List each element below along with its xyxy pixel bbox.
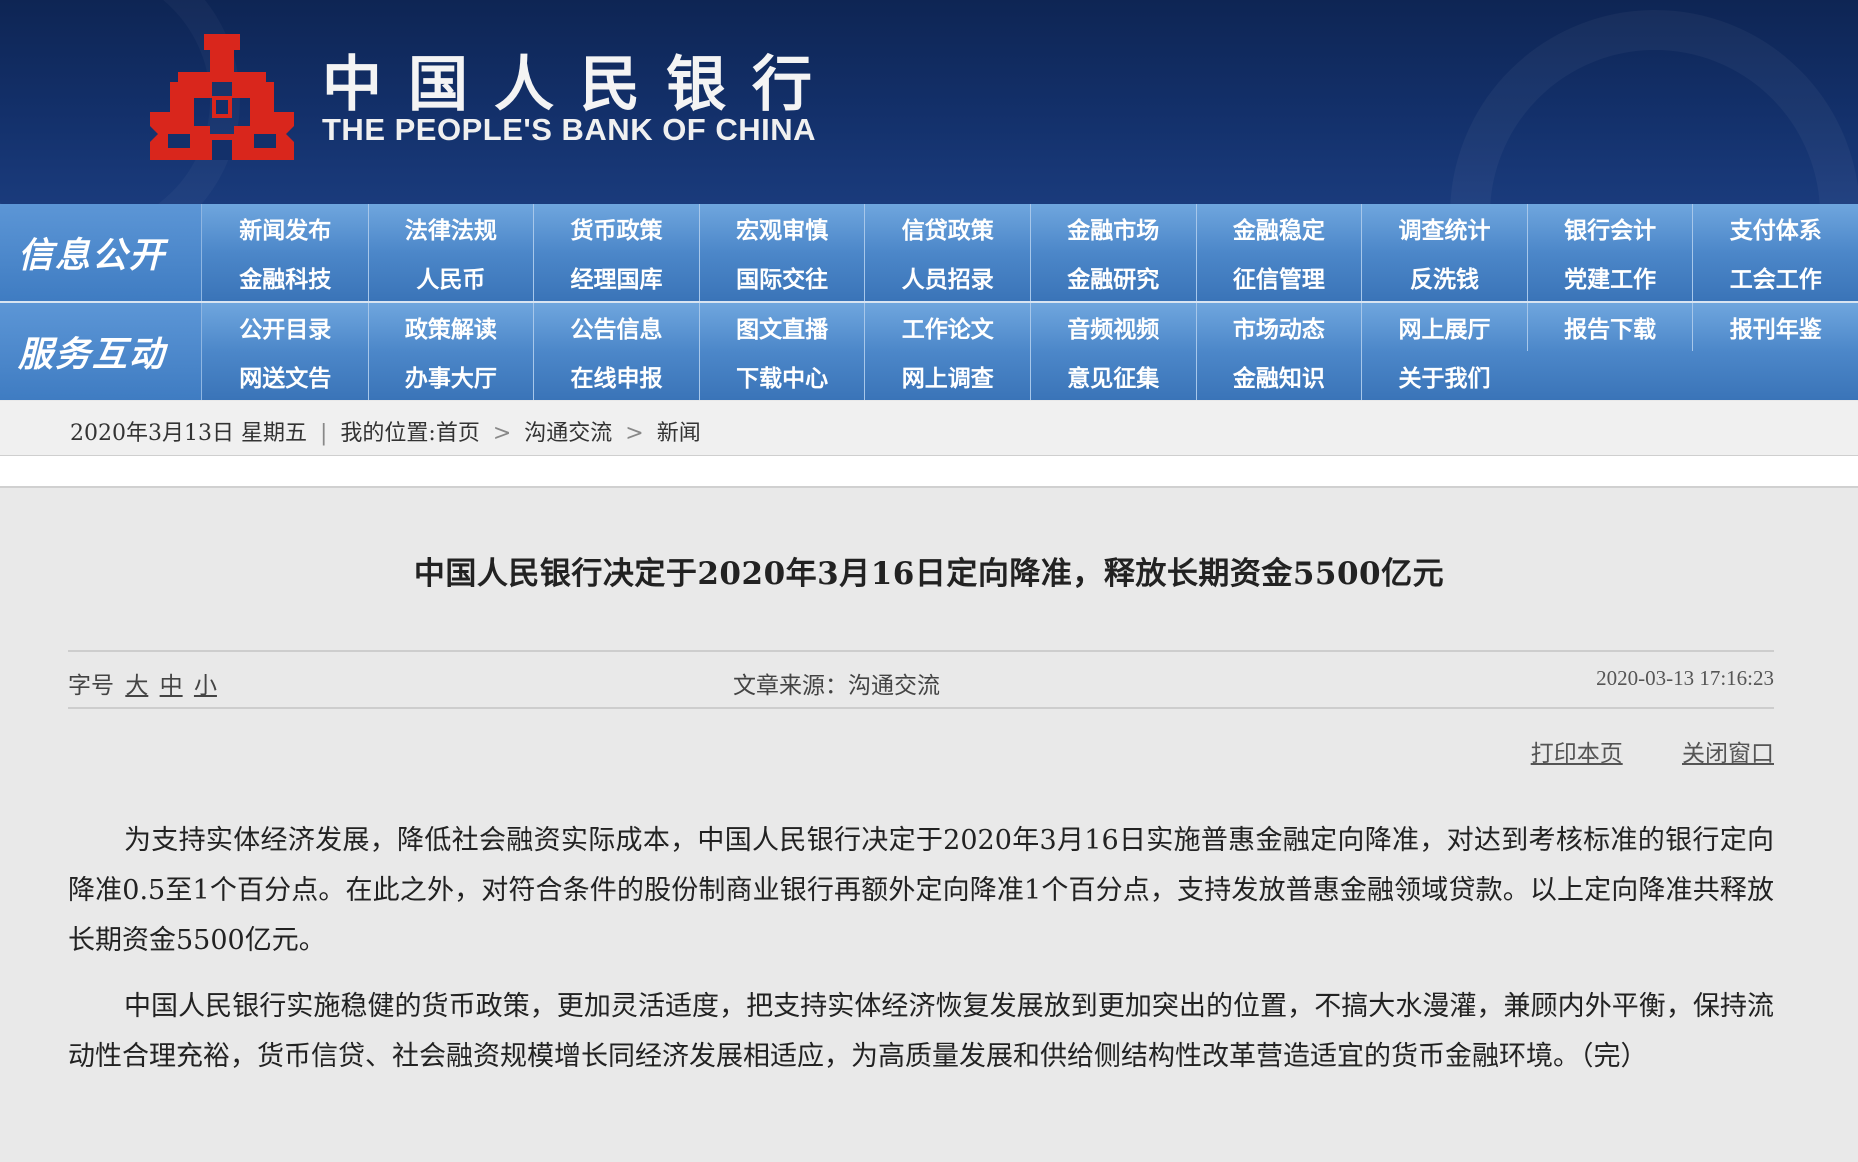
banner-decoration: [1450, 10, 1858, 204]
current-date: 2020年3月13日 星期五: [70, 421, 307, 446]
content-separator: [0, 456, 1858, 488]
pboc-emblem-icon[interactable]: [150, 34, 294, 160]
nav-item-announcements[interactable]: 公告信息: [533, 303, 699, 351]
breadcrumb-level1-link[interactable]: 沟通交流: [524, 421, 612, 446]
nav-item-international[interactable]: 国际交往: [698, 252, 865, 301]
nav-section-info: 信息公开 新闻发布 法律法规 货币政策 宏观审慎 信贷政策 金融市场 金融稳定 …: [0, 204, 1858, 301]
nav-item-fintech[interactable]: 金融科技: [202, 252, 368, 301]
font-small-link[interactable]: 小: [194, 673, 217, 699]
nav-item-research[interactable]: 金融研究: [1030, 252, 1196, 301]
nav-item-downloads[interactable]: 下载中心: [698, 351, 865, 400]
font-medium-link[interactable]: 中: [160, 673, 183, 699]
nav-section-service: 服务互动 公开目录 政策解读 公告信息 图文直播 工作论文 音频视频 市场动态 …: [0, 303, 1858, 400]
breadcrumb-home-link[interactable]: 首页: [436, 421, 480, 446]
nav-item-online-filing[interactable]: 在线申报: [533, 351, 699, 400]
font-large-link[interactable]: 大: [125, 673, 148, 699]
bank-name-en: THE PEOPLE'S BANK OF CHINA: [322, 112, 817, 147]
nav-grid-info: 新闻发布 法律法规 货币政策 宏观审慎 信贷政策 金融市场 金融稳定 调查统计 …: [202, 204, 1858, 301]
nav-item-documents[interactable]: 网送文告: [202, 351, 368, 400]
close-window-link[interactable]: 关闭窗口: [1682, 741, 1774, 767]
nav-item-policy-interpretation[interactable]: 政策解读: [367, 303, 534, 351]
nav-item-financial-market[interactable]: 金融市场: [1030, 204, 1196, 252]
nav-section-label: 服务互动: [0, 303, 202, 400]
nav-item-financial-stability[interactable]: 金融稳定: [1195, 204, 1362, 252]
article-paragraph: 为支持实体经济发展，降低社会融资实际成本，中国人民银行决定于2020年3月16日…: [68, 825, 1774, 956]
nav-item-statistics[interactable]: 调查统计: [1361, 204, 1527, 252]
article-body: 为支持实体经济发展，降低社会融资实际成本，中国人民银行决定于2020年3月16日…: [68, 816, 1774, 1098]
bank-name-cn: 中国人民银行: [322, 50, 838, 120]
nav-item-treasury[interactable]: 经理国库: [533, 252, 699, 301]
nav-item-credit-reference[interactable]: 征信管理: [1195, 252, 1362, 301]
nav-item-media[interactable]: 音频视频: [1030, 303, 1196, 351]
nav-item-survey[interactable]: 网上调查: [864, 351, 1030, 400]
breadcrumb-bar: 2020年3月13日 星期五 | 我的位置:首页 > 沟通交流 > 新闻: [0, 401, 1858, 456]
article-meta: 字号 大 中 小 文章来源：沟通交流 2020-03-13 17:16:23: [68, 650, 1774, 709]
nav-item-feedback[interactable]: 意见征集: [1030, 351, 1196, 400]
nav-section-label: 信息公开: [0, 204, 202, 301]
nav-item-payment[interactable]: 支付体系: [1692, 204, 1858, 252]
nav-item-aml[interactable]: 反洗钱: [1361, 252, 1527, 301]
nav-item-news-release[interactable]: 新闻发布: [202, 204, 368, 252]
nav-item-party-building[interactable]: 党建工作: [1526, 252, 1693, 301]
breadcrumb-arrow: >: [625, 421, 644, 446]
nav-item-catalog[interactable]: 公开目录: [202, 303, 368, 351]
nav-item-working-papers[interactable]: 工作论文: [864, 303, 1030, 351]
location-label: 我的位置:: [340, 421, 436, 446]
nav-item-recruitment[interactable]: 人员招录: [864, 252, 1030, 301]
breadcrumb: 2020年3月13日 星期五 | 我的位置:首页 > 沟通交流 > 新闻: [70, 415, 701, 447]
nav-item-financial-knowledge[interactable]: 金融知识: [1195, 351, 1362, 400]
header-banner: 中国人民银行 THE PEOPLE'S BANK OF CHINA: [0, 0, 1858, 204]
nav-item-yearbooks[interactable]: 报刊年鉴: [1692, 303, 1858, 351]
nav-item-reports[interactable]: 报告下载: [1526, 303, 1693, 351]
nav-item-monetary-policy[interactable]: 货币政策: [533, 204, 699, 252]
nav-item-online-exhibition[interactable]: 网上展厅: [1361, 303, 1527, 351]
article-paragraph: 中国人民银行实施稳健的货币政策，更加灵活适度，把支持实体经济恢复发展放到更加突出…: [68, 991, 1774, 1072]
article-datetime: 2020-03-13 17:16:23: [1596, 666, 1774, 690]
nav-grid-service: 公开目录 政策解读 公告信息 图文直播 工作论文 音频视频 市场动态 网上展厅 …: [202, 303, 1858, 400]
article-tools: 打印本页 关闭窗口: [1479, 734, 1774, 768]
nav-item-union[interactable]: 工会工作: [1692, 252, 1858, 301]
font-size-controls: 字号 大 中 小: [68, 666, 217, 700]
nav-item-market-news[interactable]: 市场动态: [1195, 303, 1362, 351]
nav-item-credit-policy[interactable]: 信贷政策: [864, 204, 1030, 252]
print-link[interactable]: 打印本页: [1531, 741, 1623, 767]
nav-item-accounting[interactable]: 银行会计: [1526, 204, 1693, 252]
article-title: 中国人民银行决定于2020年3月16日定向降准，释放长期资金5500亿元: [413, 556, 1445, 592]
nav-item-laws[interactable]: 法律法规: [367, 204, 534, 252]
nav-item-macroprudential[interactable]: 宏观审慎: [698, 204, 865, 252]
breadcrumb-arrow: >: [492, 421, 512, 446]
article-source: 文章来源：沟通交流: [733, 673, 940, 699]
breadcrumb-divider: |: [319, 421, 328, 446]
breadcrumb-level2-link[interactable]: 新闻: [657, 421, 701, 446]
nav-item-service-hall[interactable]: 办事大厅: [367, 351, 534, 400]
font-size-label: 字号: [68, 673, 114, 699]
nav-item-rmb[interactable]: 人民币: [367, 252, 534, 301]
nav-item-live[interactable]: 图文直播: [698, 303, 865, 351]
nav-item-about[interactable]: 关于我们: [1361, 351, 1527, 400]
